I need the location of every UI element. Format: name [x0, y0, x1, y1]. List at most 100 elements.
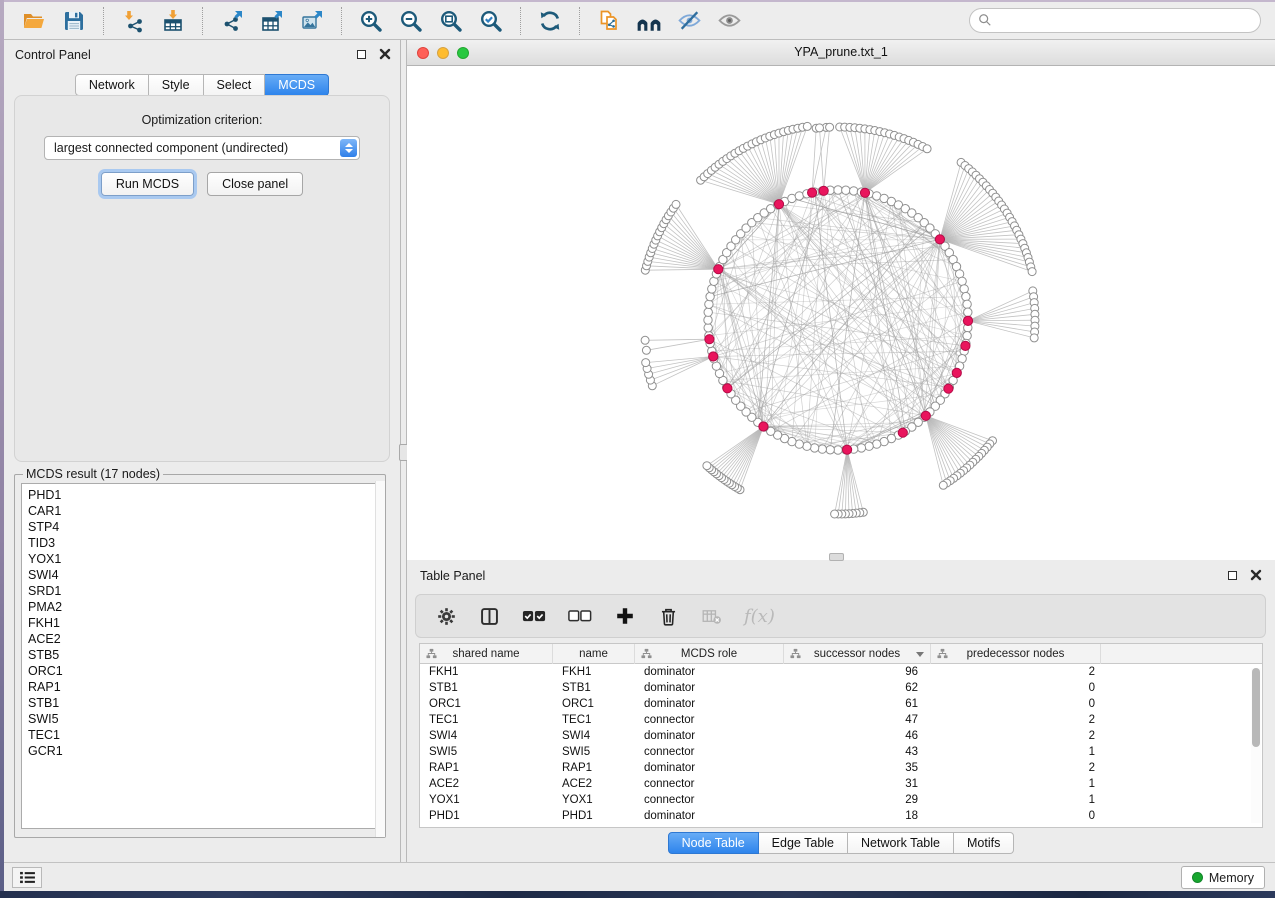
desktop-edge-bottom: [0, 891, 1275, 898]
first-neighbors-icon[interactable]: [634, 6, 664, 36]
duplicate-network-icon[interactable]: [594, 6, 624, 36]
table-settings-gear-icon[interactable]: [436, 606, 457, 627]
network-canvas-svg[interactable]: [407, 66, 1275, 560]
mcds-result-item[interactable]: STP4: [28, 519, 378, 535]
shared-column-icon: [937, 648, 948, 662]
mcds-result-item[interactable]: TID3: [28, 535, 378, 551]
toolbar-separator: [341, 7, 342, 35]
add-column-icon[interactable]: [614, 605, 636, 627]
mcds-list-scrollbar[interactable]: [375, 481, 385, 837]
table-row[interactable]: SWI4SWI4dominator462: [420, 728, 1262, 744]
cell-predecessor-nodes: 1: [931, 744, 1101, 760]
tab-mcds[interactable]: MCDS: [265, 74, 329, 96]
application-window: Control Panel NetworkStyleSelectMCDS Opt…: [0, 0, 1275, 898]
mcds-result-item[interactable]: SWI5: [28, 711, 378, 727]
deselect-all-icon[interactable]: [568, 609, 592, 624]
table-scrollbar-thumb[interactable]: [1252, 668, 1260, 747]
zoom-selected-icon[interactable]: [476, 6, 506, 36]
table-tabs: Node TableEdge TableNetwork TableMotifs: [407, 832, 1275, 854]
table-row[interactable]: YOX1YOX1connector291: [420, 792, 1262, 808]
save-icon[interactable]: [59, 6, 89, 36]
mcds-result-item[interactable]: CAR1: [28, 503, 378, 519]
search-icon: [978, 13, 992, 27]
mcds-result-item[interactable]: FKH1: [28, 615, 378, 631]
tab-select[interactable]: Select: [204, 74, 266, 96]
mcds-result-item[interactable]: ORC1: [28, 663, 378, 679]
task-history-button[interactable]: [12, 867, 42, 888]
refresh-icon[interactable]: [535, 6, 565, 36]
mcds-result-item[interactable]: STB5: [28, 647, 378, 663]
zoom-in-icon[interactable]: [356, 6, 386, 36]
export-image-icon[interactable]: [297, 6, 327, 36]
horizontal-splitter-handle[interactable]: [829, 553, 844, 561]
mcds-result-item[interactable]: RAP1: [28, 679, 378, 695]
table-row[interactable]: PHD1PHD1dominator180: [420, 808, 1262, 824]
show-columns-icon[interactable]: [479, 606, 500, 627]
tab-network-table[interactable]: Network Table: [848, 832, 954, 854]
tab-style[interactable]: Style: [149, 74, 204, 96]
export-table-icon[interactable]: [257, 6, 287, 36]
table-row[interactable]: ORC1ORC1dominator610: [420, 696, 1262, 712]
cell-shared-name: YOX1: [420, 792, 553, 808]
float-icon: [357, 50, 366, 59]
table-row[interactable]: RAP1RAP1dominator352: [420, 760, 1262, 776]
export-network-icon[interactable]: [217, 6, 247, 36]
cell-shared-name: ACE2: [420, 776, 553, 792]
close-panel-button[interactable]: [378, 47, 392, 61]
hide-selected-icon[interactable]: [674, 6, 704, 36]
vertical-splitter[interactable]: [400, 40, 407, 862]
column-label: shared name: [452, 648, 519, 660]
column-header-name[interactable]: name: [553, 644, 635, 664]
column-header-predecessor-nodes[interactable]: predecessor nodes: [931, 644, 1101, 664]
table-row[interactable]: FKH1FKH1dominator962: [420, 664, 1262, 680]
cell-mcds-role: connector: [635, 744, 784, 760]
column-header-mcds-role[interactable]: MCDS role: [635, 644, 784, 664]
close-panel-action-button[interactable]: Close panel: [207, 172, 303, 196]
network-canvas[interactable]: [407, 66, 1275, 560]
show-all-icon[interactable]: [714, 6, 744, 36]
list-icon: [19, 871, 36, 884]
dropdown-stepper-icon: [340, 139, 357, 157]
delete-column-trash-icon[interactable]: [658, 606, 679, 627]
select-all-icon[interactable]: [522, 609, 546, 624]
import-network-icon[interactable]: [118, 6, 148, 36]
mcds-result-item[interactable]: SWI4: [28, 567, 378, 583]
float-panel-button[interactable]: [354, 47, 368, 61]
mcds-result-list[interactable]: PHD1CAR1STP4TID3YOX1SWI4SRD1PMA2FKH1ACE2…: [21, 483, 379, 829]
optimization-criterion-select[interactable]: largest connected component (undirected): [44, 136, 360, 160]
mcds-result-item[interactable]: YOX1: [28, 551, 378, 567]
mcds-result-item[interactable]: PHD1: [28, 487, 378, 503]
mcds-result-item[interactable]: ACE2: [28, 631, 378, 647]
table-row[interactable]: STB1STB1dominator620: [420, 680, 1262, 696]
tab-network[interactable]: Network: [75, 74, 149, 96]
memory-button[interactable]: Memory: [1181, 866, 1265, 889]
mcds-result-item[interactable]: PMA2: [28, 599, 378, 615]
float-table-panel-button[interactable]: [1225, 568, 1239, 582]
table-row[interactable]: TEC1TEC1connector472: [420, 712, 1262, 728]
column-label: MCDS role: [681, 648, 737, 660]
search-input[interactable]: [969, 8, 1261, 33]
mcds-result-item[interactable]: GCR1: [28, 743, 378, 759]
cell-successor-nodes: 35: [784, 760, 931, 776]
network-window-titlebar[interactable]: YPA_prune.txt_1: [407, 40, 1275, 66]
tab-motifs[interactable]: Motifs: [954, 832, 1014, 854]
import-table-icon[interactable]: [158, 6, 188, 36]
table-row[interactable]: SWI5SWI5connector431: [420, 744, 1262, 760]
mcds-result-item[interactable]: SRD1: [28, 583, 378, 599]
mcds-result-item[interactable]: STB1: [28, 695, 378, 711]
search-box: [969, 8, 1261, 33]
column-header-shared-name[interactable]: shared name: [420, 644, 553, 664]
column-header-successor-nodes[interactable]: successor nodes: [784, 644, 931, 664]
open-file-icon[interactable]: [19, 6, 49, 36]
zoom-out-icon[interactable]: [396, 6, 426, 36]
run-mcds-button[interactable]: Run MCDS: [101, 172, 194, 196]
tab-node-table[interactable]: Node Table: [668, 832, 759, 854]
cell-predecessor-nodes: 2: [931, 760, 1101, 776]
table-scrollbar-track[interactable]: [1251, 668, 1261, 823]
cell-name: RAP1: [553, 760, 635, 776]
tab-edge-table[interactable]: Edge Table: [759, 832, 848, 854]
close-table-panel-button[interactable]: [1249, 568, 1263, 582]
mcds-result-item[interactable]: TEC1: [28, 727, 378, 743]
table-row[interactable]: ACE2ACE2connector311: [420, 776, 1262, 792]
zoom-fit-icon[interactable]: [436, 6, 466, 36]
